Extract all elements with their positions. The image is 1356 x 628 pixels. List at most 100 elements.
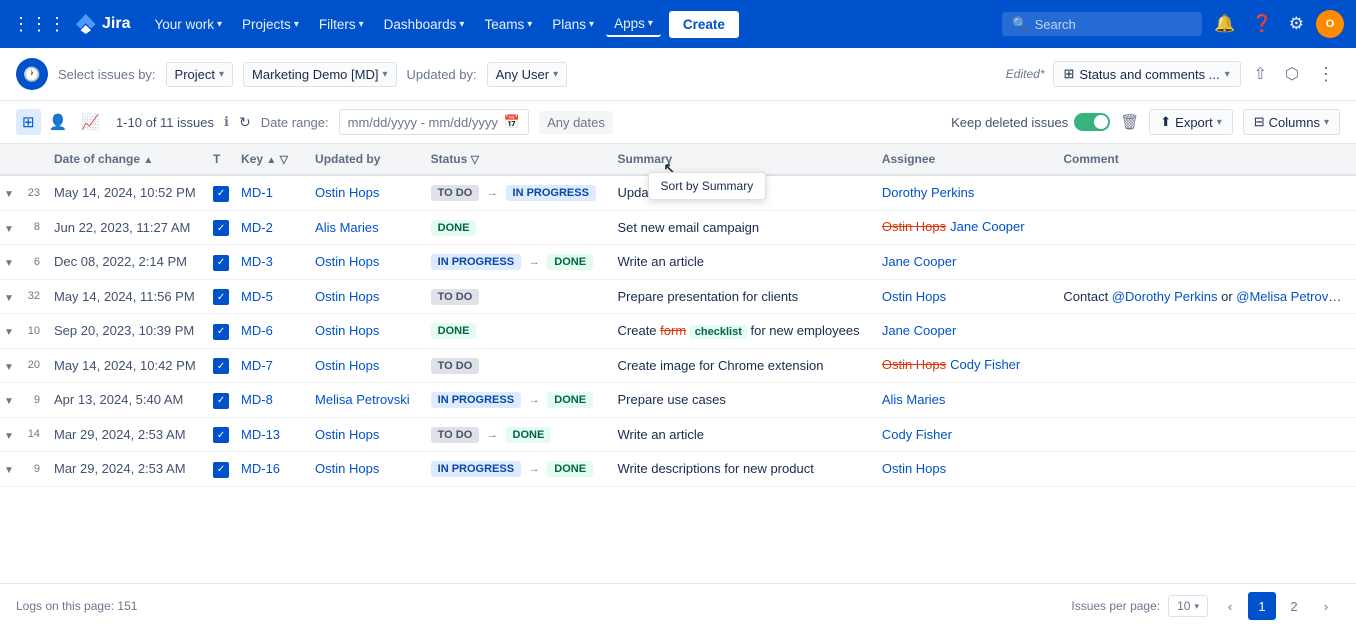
row-key[interactable]: MD-6 (235, 314, 305, 349)
row-updated-by[interactable]: Ostin Hops (305, 417, 421, 452)
page-size-select[interactable]: 10 ▾ (1168, 595, 1208, 617)
status-comments-button[interactable]: ⊞ Status and comments ... ▾ (1053, 61, 1241, 87)
person-view-button[interactable]: 👤 (43, 109, 74, 135)
export-icon: ⬆ (1160, 114, 1171, 130)
row-updated-by[interactable]: Ostin Hops (305, 348, 421, 383)
toolbar-right: Keep deleted issues 🗑 ⬆ Export ▾ ⊟ Colum… (951, 109, 1340, 135)
row-expand[interactable]: ▼ (0, 279, 20, 314)
row-assignee: Ostin Hops Cody Fisher (872, 349, 1054, 380)
updated-by-select[interactable]: Any User ▾ (487, 62, 568, 87)
row-key[interactable]: MD-7 (235, 348, 305, 383)
row-expand[interactable]: ▼ (0, 383, 20, 418)
nav-teams[interactable]: Teams▾ (476, 13, 540, 36)
nav-dashboards[interactable]: Dashboards▾ (376, 13, 473, 36)
nav-projects[interactable]: Projects▾ (234, 13, 307, 36)
refresh-icon[interactable]: ↻ (239, 114, 251, 131)
row-assignee: Cody Fisher (872, 417, 1054, 452)
nav-apps[interactable]: Apps▾ (606, 12, 661, 37)
more-icon[interactable]: ⋮ (1312, 59, 1340, 90)
any-dates-button[interactable]: Any dates (539, 111, 613, 134)
row-key[interactable]: MD-8 (235, 383, 305, 418)
row-expand[interactable]: ▼ (0, 314, 20, 349)
columns-button[interactable]: ⊟ Columns ▾ (1243, 109, 1340, 135)
columns-icon: ⊟ (1254, 114, 1265, 130)
row-comment (1053, 383, 1356, 418)
row-updated-by[interactable]: Ostin Hops (305, 245, 421, 280)
status-filter-icon[interactable]: ▽ (471, 154, 479, 166)
page-2-button[interactable]: 2 (1280, 592, 1308, 620)
row-key[interactable]: MD-16 (235, 452, 305, 487)
row-type: ✓ (207, 314, 235, 349)
row-status: IN PROGRESS → DONE (421, 383, 608, 418)
col-status[interactable]: Status ▽ (421, 144, 608, 175)
col-date-of-change[interactable]: Date of change ▲ (44, 144, 207, 175)
col-type[interactable]: T (207, 144, 235, 175)
row-comment (1053, 210, 1356, 245)
row-updated-by[interactable]: Ostin Hops (305, 279, 421, 314)
row-status: IN PROGRESS → DONE (421, 245, 608, 280)
share-icon[interactable]: ⇧ (1249, 59, 1272, 89)
row-num: 32 (20, 279, 44, 314)
row-key[interactable]: MD-5 (235, 279, 305, 314)
nav-plans[interactable]: Plans▾ (544, 13, 602, 36)
help-icon[interactable]: ❓ (1248, 10, 1277, 38)
page-1-button[interactable]: 1 (1248, 592, 1276, 620)
notifications-icon[interactable]: 🔔 (1210, 10, 1239, 38)
row-updated-by[interactable]: Ostin Hops (305, 452, 421, 487)
row-num: 9 (20, 383, 44, 418)
col-updated-by[interactable]: Updated by (305, 144, 421, 175)
table-row: ▼ 6 Dec 08, 2022, 2:14 PM ✓ MD-3 Ostin H… (0, 245, 1356, 280)
row-summary: Set new email campaign (608, 210, 872, 245)
filter-bar-right: Edited* ⊞ Status and comments ... ▾ ⇧ ⬡ … (1006, 59, 1340, 90)
row-expand[interactable]: ▼ (0, 210, 20, 245)
row-updated-by[interactable]: Alis Maries (305, 210, 421, 245)
row-type: ✓ (207, 452, 235, 487)
col-comment[interactable]: Comment (1053, 144, 1356, 175)
settings-icon[interactable]: ⚙ (1285, 10, 1308, 38)
row-updated-by[interactable]: Melisa Petrovski (305, 383, 421, 418)
row-updated-by[interactable]: Ostin Hops (305, 175, 421, 210)
row-expand[interactable]: ▼ (0, 452, 20, 487)
nav-filters[interactable]: Filters▾ (311, 13, 372, 36)
row-expand[interactable]: ▼ (0, 245, 20, 280)
avatar[interactable]: O (1316, 10, 1344, 38)
project-value-select[interactable]: Marketing Demo [MD] ▾ (243, 62, 396, 87)
col-summary[interactable]: Summary Sort by Summary ↖ (608, 144, 872, 175)
export-button[interactable]: ⬆ Export ▾ (1149, 109, 1233, 135)
row-key[interactable]: MD-2 (235, 210, 305, 245)
row-key[interactable]: MD-13 (235, 417, 305, 452)
keep-deleted-toggle[interactable] (1074, 113, 1110, 131)
nav-your-work[interactable]: Your work▾ (146, 13, 230, 36)
date-range-input[interactable]: mm/dd/yyyy - mm/dd/yyyy 📅 (339, 109, 529, 135)
delete-icon[interactable]: 🗑 (1120, 113, 1139, 131)
row-comment (1053, 245, 1356, 280)
search-box[interactable]: 🔍 Search (1002, 12, 1202, 36)
row-expand[interactable]: ▼ (0, 348, 20, 383)
col-assignee[interactable]: Assignee (872, 144, 1054, 175)
chart-view-button[interactable]: 📈 (75, 109, 106, 135)
key-filter-icon[interactable]: ▽ (280, 154, 288, 166)
key-sort-icon: ▲ (266, 155, 276, 166)
row-assignee: Ostin Hops Jane Cooper (872, 211, 1054, 242)
create-button[interactable]: Create (669, 11, 739, 38)
project-select[interactable]: Project ▾ (166, 62, 234, 87)
row-comment (1053, 452, 1356, 487)
info-icon[interactable]: ℹ (224, 114, 229, 130)
grid-view-button[interactable]: ⊞ (16, 109, 41, 135)
footer: Logs on this page: 151 Issues per page: … (0, 583, 1356, 628)
calendar-icon: 📅 (504, 114, 520, 130)
select-issues-label: Select issues by: (58, 67, 156, 82)
row-updated-by[interactable]: Ostin Hops (305, 314, 421, 349)
apps-grid-icon[interactable]: ⋮⋮⋮ (12, 14, 66, 35)
prev-page-button[interactable]: ‹ (1216, 592, 1244, 620)
row-key[interactable]: MD-3 (235, 245, 305, 280)
next-page-button[interactable]: › (1312, 592, 1340, 620)
save-icon[interactable]: ⬡ (1280, 59, 1304, 89)
row-expand[interactable]: ▼ (0, 417, 20, 452)
row-num: 23 (20, 175, 44, 210)
jira-logo[interactable]: Jira (74, 12, 130, 36)
row-expand[interactable]: ▼ (0, 175, 20, 210)
col-key[interactable]: Key ▲ ▽ (235, 144, 305, 175)
row-num: 8 (20, 210, 44, 245)
row-key[interactable]: MD-1 (235, 175, 305, 210)
